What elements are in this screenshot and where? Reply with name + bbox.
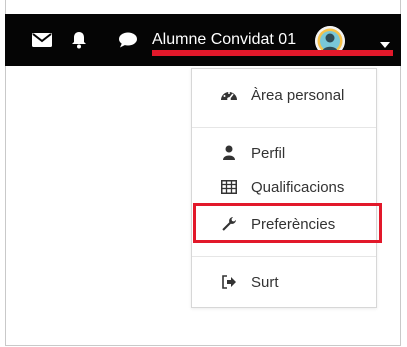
menu-item-label: Qualificacions	[251, 178, 345, 196]
highlight-underline	[152, 50, 393, 56]
dashboard-icon	[219, 88, 239, 102]
sign-out-icon	[219, 275, 239, 289]
menu-item-label: Perfil	[251, 144, 286, 162]
bell-icon[interactable]	[69, 14, 89, 66]
mail-icon[interactable]	[31, 14, 53, 66]
table-icon	[219, 180, 239, 194]
chat-icon[interactable]	[117, 14, 139, 66]
menu-item-surt[interactable]: Surt	[192, 267, 376, 297]
menu-item-area-personal[interactable]: Àrea personal	[192, 80, 376, 110]
menu-item-label: Surt	[251, 273, 279, 291]
caret-down-icon[interactable]	[379, 36, 391, 48]
user-icon	[219, 145, 239, 161]
menu-item-qualificacions[interactable]: Qualificacions	[192, 172, 376, 202]
menu-item-label: Àrea personal	[251, 86, 345, 104]
top-navbar: Alumne Convidat 01	[5, 14, 401, 66]
highlight-box	[193, 203, 382, 243]
menu-divider	[192, 256, 376, 257]
user-dropdown-menu: Àrea personal Perfil Qualificacions Pref…	[191, 68, 377, 308]
user-name[interactable]: Alumne Convidat 01	[152, 28, 296, 52]
menu-item-perfil[interactable]: Perfil	[192, 138, 376, 168]
menu-divider	[192, 127, 376, 128]
